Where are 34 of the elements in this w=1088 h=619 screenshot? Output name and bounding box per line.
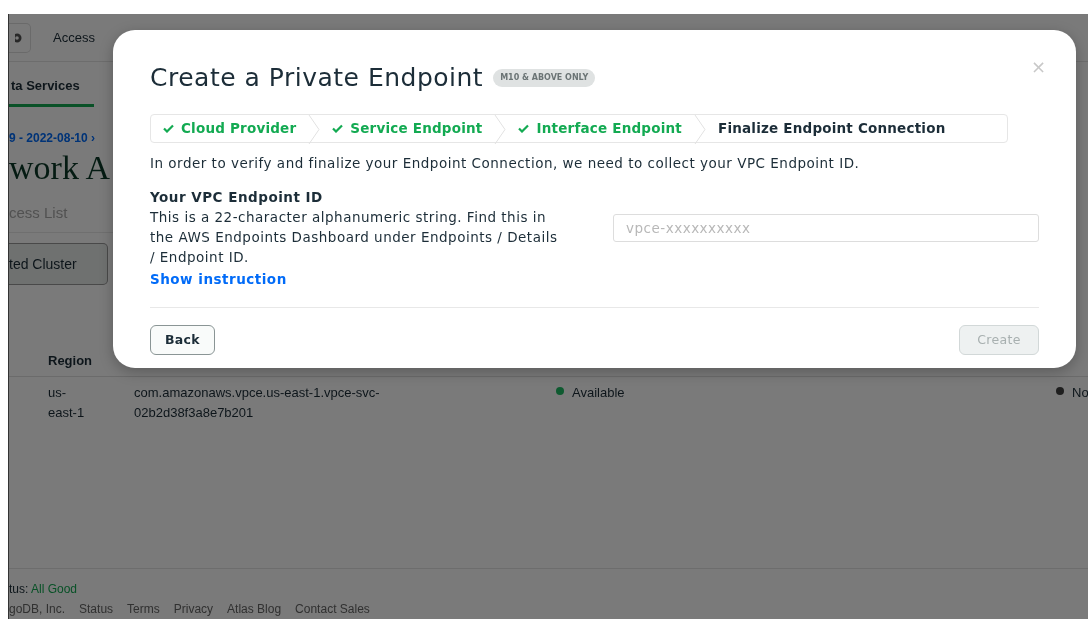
instruction-text: In order to verify and finalize your Endpoint Connection, we need to collect your VPC Endpoint ID. [150, 154, 861, 173]
close-button[interactable]: × [1030, 58, 1046, 76]
cluster-button[interactable]: ted Cluster [9, 243, 108, 286]
status-label: tus: [9, 582, 29, 596]
status-text: No [1072, 384, 1088, 403]
wizard-step[interactable]: Service Endpoint [320, 115, 495, 142]
status-text: Available [572, 384, 625, 403]
copyright-text: goDB, Inc. [9, 601, 66, 617]
modal-title: Create a Private Endpoint [150, 63, 484, 93]
tier-badge: M10 & ABOVE ONLY [493, 69, 596, 87]
nav-link[interactable]: Access [53, 27, 95, 48]
help-text: This is a 22-character alphanumeric string. Find this in the AWS Endpoints Dashboard under Endpoints / Details / Endpoint ID. [150, 208, 559, 267]
column-header: Region [48, 352, 93, 371]
page-heading: work A [9, 148, 111, 186]
check-icon [518, 124, 530, 133]
instruction-link[interactable]: Show instruction [150, 270, 287, 288]
check-icon [163, 124, 174, 133]
footer-link[interactable]: Privacy [173, 601, 214, 617]
footer-link[interactable]: Atlas Blog [227, 601, 282, 617]
wizard-step[interactable]: Finalize Endpoint Connection [705, 115, 958, 142]
input-field[interactable]: vpce-xxxxxxxxxx [613, 214, 1039, 242]
nav-tab[interactable]: ta Services [9, 62, 94, 107]
check-icon [332, 124, 344, 133]
footer-link[interactable]: Status [79, 601, 114, 617]
settings-button[interactable] [9, 22, 31, 53]
status-value: All Good [31, 582, 78, 596]
footer-link[interactable]: Contact Sales [295, 601, 370, 617]
table-cell-text: com.amazonaws.vpce.us-east-1.vpce-svc-02b2d38f3a8e7b201 [133, 384, 381, 422]
wizard-step[interactable]: Cloud Provider [151, 115, 309, 142]
wizard-step[interactable]: Interface Endpoint [506, 115, 694, 142]
back-button[interactable]: Back [150, 325, 215, 355]
table-cell-text: us-east-1 [47, 384, 86, 422]
field-label: Your VPC Endpoint ID [150, 188, 324, 207]
footer-link[interactable]: Terms [127, 601, 160, 617]
